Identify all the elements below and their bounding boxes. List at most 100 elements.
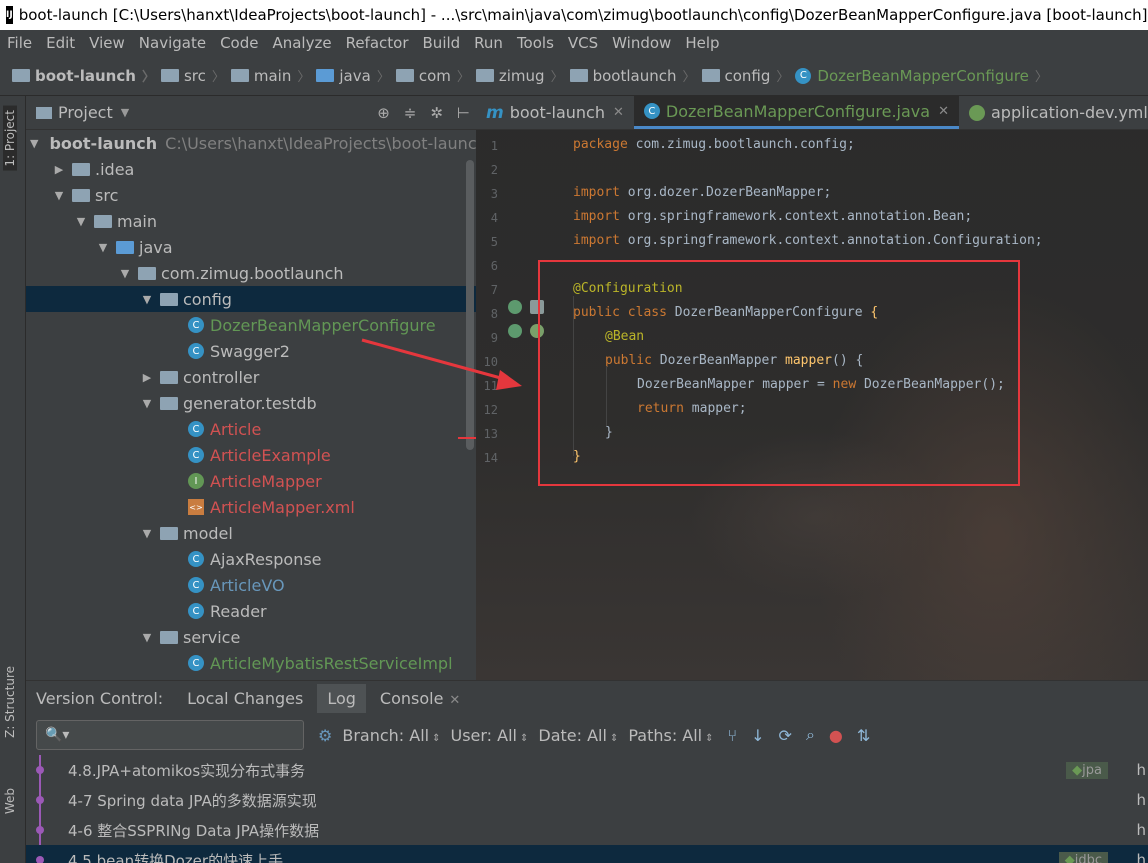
expand-arrow-icon[interactable]: ▼ (118, 267, 132, 280)
crumb-zimug[interactable]: zimug 〉 (475, 66, 564, 85)
menu-vcs[interactable]: VCS (568, 34, 598, 52)
arrow-down-icon[interactable]: ↓ (751, 726, 764, 745)
tree-item-dozerbeanmapperconfigure[interactable]: C DozerBeanMapperConfigure (26, 312, 476, 338)
crumb-class[interactable]: C DozerBeanMapperConfigure 〉 (795, 66, 1048, 85)
paths-filter[interactable]: Paths: All ⇕ (628, 726, 713, 745)
graph-options-icon[interactable]: ⑂ (728, 726, 738, 745)
filter-label: Paths: All (628, 725, 703, 745)
menu-window[interactable]: Window (612, 34, 671, 52)
crumb-main[interactable]: main 〉 (230, 66, 310, 85)
tab-console[interactable]: Console ✕ (380, 689, 460, 708)
tree-scrollbar[interactable] (466, 160, 474, 450)
magnifier-icon[interactable]: ⌕ (806, 725, 815, 745)
tree-item-article[interactable]: C Article (26, 416, 476, 442)
chevron-down-icon[interactable]: ▼ (121, 106, 129, 119)
tree-item-ajaxresponse[interactable]: C AjaxResponse (26, 546, 476, 572)
tab-application-dev-yml[interactable]: application-dev.yml✕ (959, 96, 1148, 129)
menu-analyze[interactable]: Analyze (272, 34, 331, 52)
tree-item-articlemapper[interactable]: I ArticleMapper (26, 468, 476, 494)
commit-row[interactable]: 4.5.bean转换Dozer的快速上手 ◆jdbc h (26, 845, 1148, 863)
commit-message: 4-6 整合SSPRINg Data JPA操作数据 (68, 821, 320, 840)
spring-bean-gutter-icon[interactable] (508, 324, 522, 338)
commit-row[interactable]: 4.8.JPA+atomikos实现分布式事务 ◆jpa h (26, 755, 1148, 785)
commit-author: h (1136, 761, 1146, 779)
commit-row[interactable]: 4-6 整合SSPRINg Data JPA操作数据 h (26, 815, 1148, 845)
close-icon[interactable]: ✕ (613, 105, 624, 120)
menu-help[interactable]: Help (685, 34, 719, 52)
expand-arrow-icon[interactable]: ▼ (140, 293, 154, 306)
crumb-java[interactable]: java 〉 (316, 66, 390, 85)
locate-icon[interactable]: ⊕ (377, 104, 390, 122)
tab-local-changes[interactable]: Local Changes (187, 689, 303, 708)
expand-arrow-icon[interactable]: ▼ (74, 215, 88, 228)
tree-item-com-zimug-bootlaunch[interactable]: ▼ com.zimug.bootlaunch (26, 260, 476, 286)
tree-label: ArticleMapper (210, 471, 322, 491)
code-editor[interactable]: m boot-launch ✕ C DozerBeanMapperConfigure.… (476, 96, 1148, 680)
refresh-icon[interactable]: ⟳ (779, 726, 792, 745)
tree-item-articlevo[interactable]: C ArticleVO (26, 572, 476, 598)
expand-arrow-icon[interactable]: ▼ (140, 631, 154, 644)
tree-item-src[interactable]: ▼ src (26, 182, 476, 208)
crumb-bootlaunch[interactable]: bootlaunch 〉 (569, 66, 696, 85)
line-number: 14 (483, 451, 498, 465)
tree-item-model[interactable]: ▼ model (26, 520, 476, 546)
chevron-right-icon: 〉 (1034, 70, 1048, 85)
menu-view[interactable]: View (89, 34, 125, 52)
tree-item-idea[interactable]: ▶ .idea (26, 156, 476, 182)
crumb-src[interactable]: src 〉 (160, 66, 225, 85)
menu-code[interactable]: Code (220, 34, 258, 52)
class-icon: C (188, 577, 204, 593)
tree-item-config[interactable]: ▼ config (26, 286, 476, 312)
crumb-project[interactable]: boot-launch 〉 (12, 66, 155, 85)
tree-item-reader[interactable]: C Reader (26, 598, 476, 624)
compare-icon[interactable]: ⇅ (857, 726, 870, 745)
crumb-com[interactable]: com 〉 (395, 66, 470, 85)
expand-arrow-icon[interactable]: ▼ (30, 137, 38, 150)
expand-arrow-icon[interactable]: ▼ (96, 241, 110, 254)
expand-arrow-icon[interactable]: ▼ (52, 189, 66, 202)
collapse-all-icon[interactable]: ≑ (404, 104, 417, 122)
tree-item-java[interactable]: ▼ java (26, 234, 476, 260)
date-filter[interactable]: Date: All ⇕ (538, 726, 618, 745)
crumb-config[interactable]: config 〉 (701, 66, 789, 85)
tab-structure-toolwindow[interactable]: Z: Structure (3, 666, 17, 738)
collapse-arrow-icon[interactable]: ▶ (52, 163, 66, 176)
log-search-input[interactable]: 🔍▾ (36, 720, 304, 750)
branch-filter[interactable]: Branch: All ⇕ (342, 726, 440, 745)
tree-item-generator-testdb[interactable]: ▼ generator.testdb (26, 390, 476, 416)
tree-item-articlemybatisrestserviceimpl[interactable]: C ArticleMybatisRestServiceImpl (26, 650, 476, 676)
tree-item-articlemapper-xml[interactable]: <> ArticleMapper.xml (26, 494, 476, 520)
menu-refactor[interactable]: Refactor (346, 34, 409, 52)
tab-log[interactable]: Log (317, 683, 366, 713)
user-filter[interactable]: User: All ⇕ (450, 726, 528, 745)
tree-item-main[interactable]: ▼ main (26, 208, 476, 234)
commit-row[interactable]: 4-7 Spring data JPA的多数据源实现 h (26, 785, 1148, 815)
close-icon[interactable]: ✕ (449, 693, 460, 708)
menu-navigate[interactable]: Navigate (139, 34, 206, 52)
tab-web-toolwindow[interactable]: Web (3, 788, 17, 814)
gear-icon[interactable]: ✲ (430, 104, 443, 122)
close-icon[interactable]: ✕ (938, 104, 949, 119)
cherry-pick-icon[interactable]: ● (829, 726, 843, 745)
menu-run[interactable]: Run (474, 34, 503, 52)
tab-boot-launch[interactable]: m boot-launch ✕ (476, 96, 634, 129)
menu-build[interactable]: Build (423, 34, 461, 52)
menu-edit[interactable]: Edit (46, 34, 75, 52)
gear-icon[interactable]: ⚙ (318, 726, 332, 745)
hide-icon[interactable]: ⊢ (457, 104, 470, 122)
collapse-arrow-icon[interactable]: ▶ (140, 371, 154, 384)
tree-item-swagger2[interactable]: C Swagger2 (26, 338, 476, 364)
tab-project-toolwindow[interactable]: 1: Project (3, 106, 17, 171)
tree-item-controller[interactable]: ▶ controller (26, 364, 476, 390)
tree-item-service[interactable]: ▼ service (26, 624, 476, 650)
tree-item-boot-launch[interactable]: ▼ boot-launch C:\Users\hanxt\IdeaProjects\… (26, 130, 476, 156)
spring-bean-gutter-icon[interactable] (508, 300, 522, 314)
expand-arrow-icon[interactable]: ▼ (140, 527, 154, 540)
package-icon (160, 292, 178, 306)
tab-dozerbeanmapperconfigure[interactable]: C DozerBeanMapperConfigure.java ✕ (633, 96, 959, 129)
expand-arrow-icon[interactable]: ▼ (140, 397, 154, 410)
menu-file[interactable]: File (7, 34, 32, 52)
project-panel-title[interactable]: Project (58, 103, 113, 122)
tree-item-articleexample[interactable]: C ArticleExample (26, 442, 476, 468)
menu-tools[interactable]: Tools (517, 34, 554, 52)
